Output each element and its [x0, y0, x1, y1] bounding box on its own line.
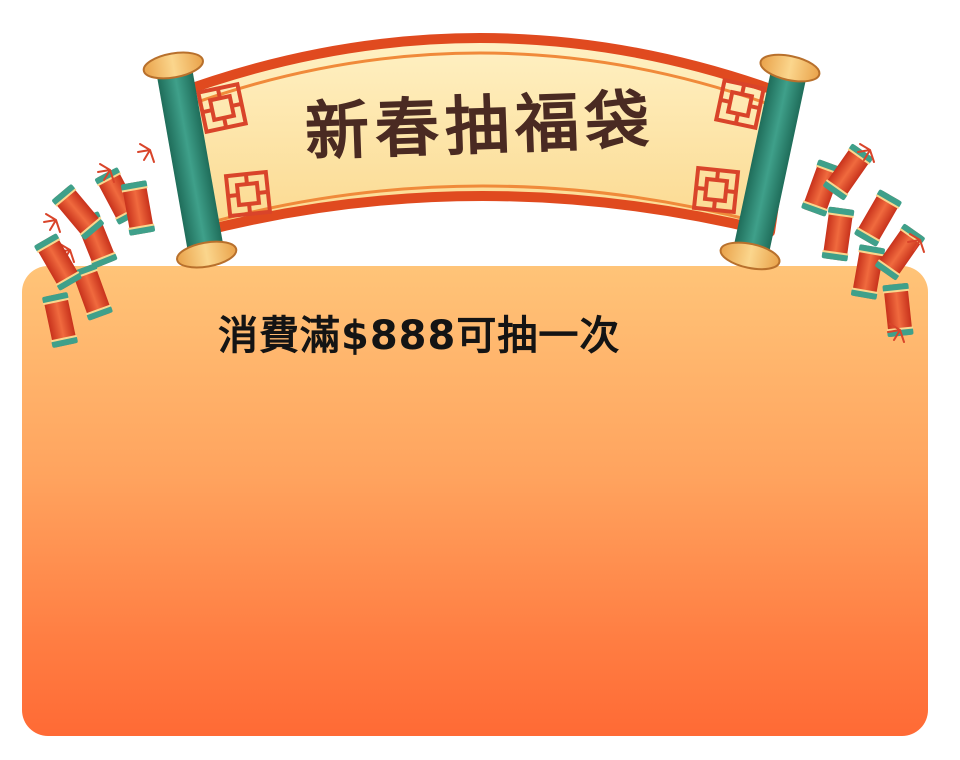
lottery-condition-text: 消費滿$888可抽一次: [218, 313, 621, 359]
banner-title: 新春抽福袋: [303, 83, 657, 171]
left-firecrackers: [33, 143, 156, 349]
right-firecrackers: [800, 143, 926, 343]
